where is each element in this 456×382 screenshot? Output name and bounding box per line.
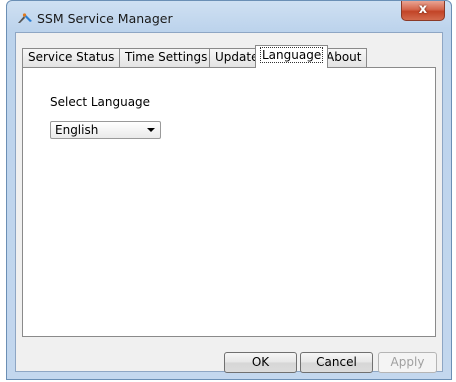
language-dropdown[interactable]: English [50,121,161,139]
language-dropdown-value: English [55,123,99,137]
language-tab-panel: Select Language English [22,67,436,337]
cancel-button[interactable]: Cancel [300,352,373,373]
select-language-label: Select Language [50,95,151,109]
title-bar[interactable]: SSM Service Manager x [7,1,451,33]
apply-button[interactable]: Apply [378,352,437,373]
ssm-app-icon [18,13,32,23]
tab-service-status[interactable]: Service Status [22,48,121,67]
window-client-area: Service Status Time Settings Update Lang… [15,32,443,373]
close-icon: x [418,2,428,17]
close-button[interactable]: x [401,1,445,21]
chevron-down-icon [147,128,155,132]
window-title: SSM Service Manager [37,11,173,26]
ok-button[interactable]: OK [224,352,297,373]
tab-language-label: Language [259,47,324,63]
tab-time-settings[interactable]: Time Settings [119,48,214,67]
app-window: SSM Service Manager x Service Status Tim… [6,0,452,380]
tab-language[interactable]: Language [255,45,329,68]
